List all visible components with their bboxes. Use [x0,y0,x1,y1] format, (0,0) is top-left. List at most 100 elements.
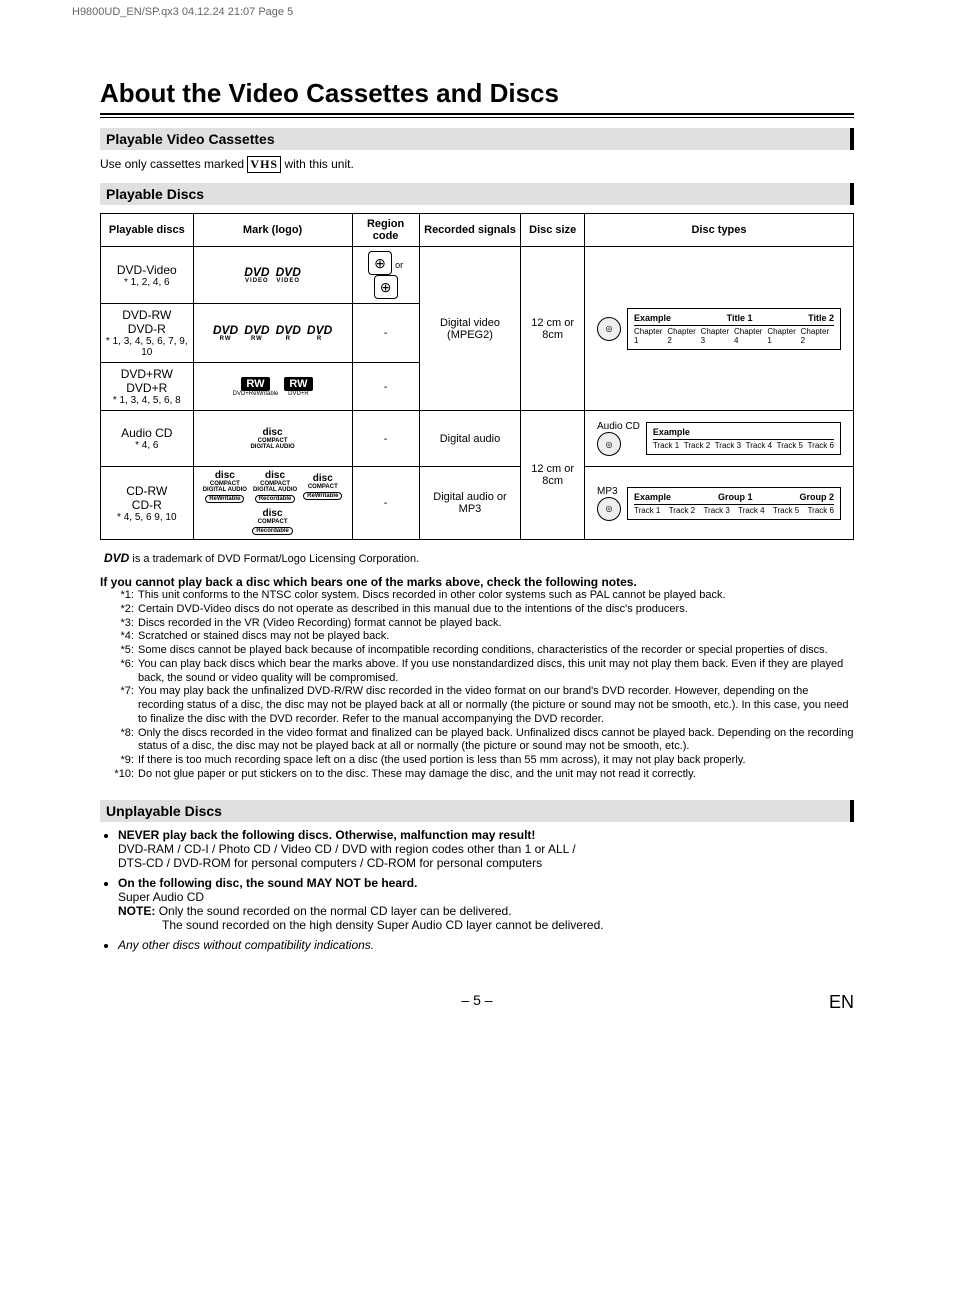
th-mark: Mark (logo) [193,214,352,247]
page-number: – 5 – [461,992,492,1008]
cell-example-dvd: ◎ Example Title 1 Title 2 Chapter 1 Chap… [585,247,854,411]
note-row: *8:Only the discs recorded in the video … [100,727,854,755]
note-row: *1:This unit conforms to the NTSC color … [100,589,854,603]
dvd-logo-icon: DVD [104,552,129,564]
example-timeline: Example Track 1 Track 2 Track 3 Track 4 … [646,422,841,455]
region-or: or [395,260,403,270]
dvd-logo-icon: DVDR [276,324,301,342]
cell-region: ⊕ or ⊕ [352,247,419,304]
cell-size-b: 12 cm or 8cm [521,411,585,540]
cd-prefix: Audio CD [597,421,640,432]
print-header: H9800UD_EN/SP.qx3 04.12.24 21:07 Page 5 [0,0,954,18]
list-item: NEVER play back the following discs. Oth… [118,828,854,870]
title2: Title 2 [808,313,834,323]
cassettes-text-after: with this unit. [284,157,353,171]
cell-signals-mp3: Digital audio or MP3 [419,467,521,540]
table-row: Audio CD * 4, 6 discCOMPACTDIGITAL AUDIO… [101,411,854,467]
cell-signals-audio: Digital audio [419,411,521,467]
header-text: H9800UD_EN/SP.qx3 04.12.24 21:07 Page 5 [72,6,293,18]
disc-icon: ◎ [597,432,621,456]
dvd-logo-icon: DVDRW [213,324,238,342]
vhs-logo-icon: VHS [247,156,281,173]
note-row: *4:Scratched or stained discs may not be… [100,630,854,644]
table-header-row: Playable discs Mark (logo) Region code R… [101,214,854,247]
page-content: About the Video Cassettes and Discs Play… [0,18,954,1048]
example-timeline: Example Title 1 Title 2 Chapter 1 Chapte… [627,308,841,350]
disc-footnote: * 1, 3, 4, 5, 6, 8 [105,395,189,406]
cell-example-mp3: MP3 ◎ Example Group 1 Group 2 Track 1 [585,467,854,540]
dvd-logo-icon: DVDVIDEO [244,266,269,284]
table-row: DVD-Video * 1, 2, 4, 6 DVDVIDEO DVDVIDEO… [101,247,854,304]
note-row: *2:Certain DVD-Video discs do not operat… [100,603,854,617]
note-row: *7:You may play back the unfinalized DVD… [100,685,854,726]
title1: Title 1 [727,313,753,323]
unplayable-list: NEVER play back the following discs. Oth… [100,828,854,952]
trademark-text: is a trademark of DVD Format/Logo Licens… [132,553,419,565]
table-row: CD-RWCD-R * 4, 5, 6 9, 10 discCOMPACTDIG… [101,467,854,540]
language-code: EN [829,992,854,1013]
note-row: *10:Do not glue paper or put stickers on… [100,768,854,782]
th-playable: Playable discs [101,214,194,247]
cell-example-cd: Audio CD ◎ Example Track 1 Track 2 Track… [585,411,854,467]
cell-mark: DVDRW DVDRW DVDR DVDR [193,304,352,363]
cell-region: - [352,411,419,467]
region-globe-icon: ⊕ [374,275,398,299]
discs-table: Playable discs Mark (logo) Region code R… [100,213,854,540]
cassettes-text: Use only cassettes marked VHS with this … [100,156,854,173]
section-unplayable-heading: Unplayable Discs [100,800,854,822]
cell-region: - [352,467,419,540]
rw-logo-icon: RWDVD+ReWritable [233,377,279,397]
dvd-logo-icon: DVDRW [244,324,269,342]
th-size: Disc size [521,214,585,247]
dvd-logo-icon: DVDVIDEO [276,266,301,284]
note-row: *5:Some discs cannot be played back beca… [100,644,854,658]
list-item: Any other discs without compatibility in… [118,938,854,952]
cell-region: - [352,304,419,363]
disc-name: DVD-Video [105,263,189,277]
cd-logo-icon: discCOMPACTDIGITAL AUDIORecordable [253,471,297,503]
cell-mark: DVDVIDEO DVDVIDEO [193,247,352,304]
title-rule [100,113,854,115]
cd-logo-icon: discCOMPACTRecordable [252,509,293,535]
disc-footnote: * 1, 3, 4, 5, 6, 7, 9, 10 [105,336,189,358]
cell-disc-name: DVD-Video * 1, 2, 4, 6 [101,247,194,304]
cd-logo-icon: discCOMPACTDIGITAL AUDIOReWritable [203,471,247,503]
disc-icon: ◎ [597,497,621,521]
th-region: Region code [352,214,419,247]
page-footer: – 5 – EN [100,992,854,1008]
cell-disc-name: DVD+RWDVD+R * 1, 3, 4, 5, 6, 8 [101,363,194,411]
unplayable-warning: NEVER play back the following discs. Oth… [118,828,535,842]
th-types: Disc types [585,214,854,247]
cell-signals-video: Digital video (MPEG2) [419,247,521,411]
dvd-logo-icon: DVDR [307,324,332,342]
cell-disc-name: CD-RWCD-R * 4, 5, 6 9, 10 [101,467,194,540]
cell-disc-name: Audio CD * 4, 6 [101,411,194,467]
cell-disc-name: DVD-RWDVD-R * 1, 3, 4, 5, 6, 7, 9, 10 [101,304,194,363]
trademark-line: DVD is a trademark of DVD Format/Logo Li… [104,552,854,565]
cell-size-a: 12 cm or 8cm [521,247,585,411]
notes-heading: If you cannot play back a disc which bea… [100,575,854,589]
th-signals: Recorded signals [419,214,521,247]
cell-mark: discCOMPACTDIGITAL AUDIOReWritable discC… [193,467,352,540]
note-row: *9:If there is too much recording space … [100,754,854,768]
example-label: Example [634,313,671,323]
cassettes-text-before: Use only cassettes marked [100,157,247,171]
list-item: On the following disc, the sound MAY NOT… [118,876,854,932]
section-cassettes-heading: Playable Video Cassettes [100,128,854,150]
disc-icon: ◎ [597,317,621,341]
rw-logo-icon: RWDVD+R [284,377,312,397]
cell-region: - [352,363,419,411]
cell-mark: RWDVD+ReWritable RWDVD+R [193,363,352,411]
note-row: *6:You can play back discs which bear th… [100,658,854,686]
region-globe-icon: ⊕ [368,251,392,275]
cd-logo-icon: discCOMPACTDIGITAL AUDIO [250,428,294,450]
disc-footnote: * 1, 2, 4, 6 [105,277,189,288]
note-row: *3:Discs recorded in the VR (Video Recor… [100,617,854,631]
example-timeline: Example Group 1 Group 2 Track 1 Track 2 … [627,487,841,520]
title-rule-thin [100,117,854,118]
mp3-prefix: MP3 [597,486,621,497]
page-title: About the Video Cassettes and Discs [100,78,854,109]
notes-list: *1:This unit conforms to the NTSC color … [100,589,854,782]
section-discs-heading: Playable Discs [100,183,854,205]
cell-mark: discCOMPACTDIGITAL AUDIO [193,411,352,467]
